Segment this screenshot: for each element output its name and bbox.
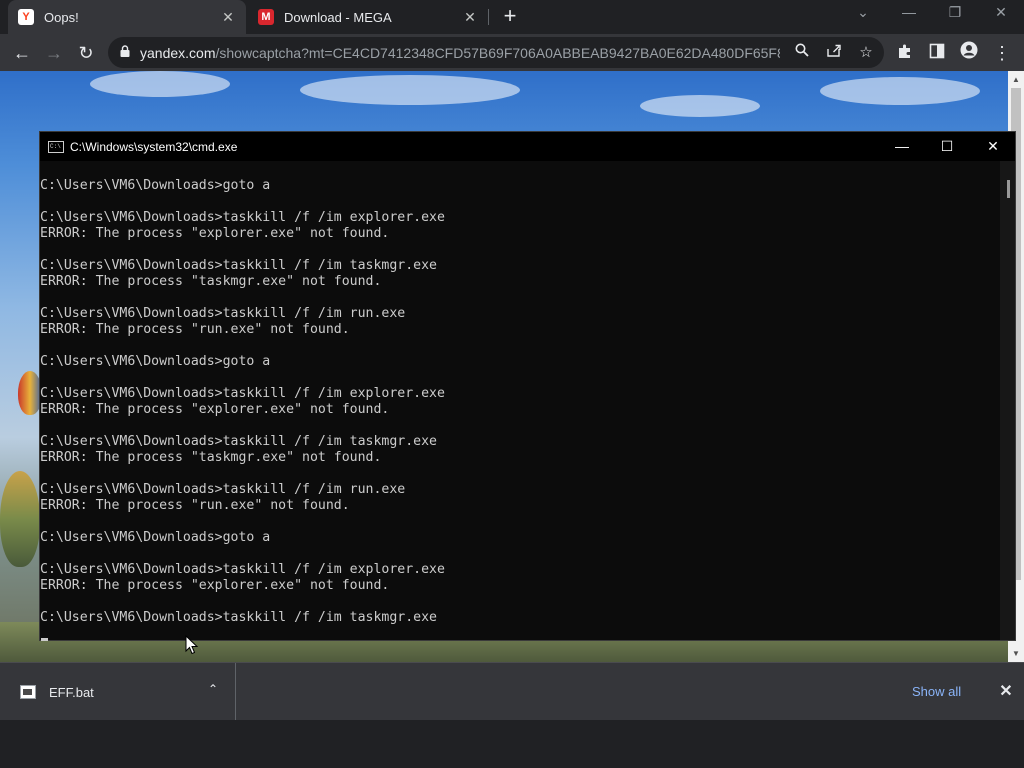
url-path: /showcaptcha?mt=CE4CD7412348CFD57B69F706… [215,44,780,61]
console-line: C:\Users\VM6\Downloads>taskkill /f /im e… [40,562,445,577]
close-download-bar-icon[interactable]: ✕ [996,681,1016,701]
cloud [820,77,980,105]
mouse-pointer-icon [185,635,199,655]
cmd-maximize-button[interactable]: ☐ [924,132,970,161]
scroll-up-arrow-icon[interactable]: ▲ [1008,73,1024,87]
console-line: C:\Users\VM6\Downloads>goto a [40,530,271,545]
tab-close-icon[interactable]: ✕ [462,9,478,26]
restore-button[interactable]: ❐ [940,4,970,21]
tab-separator [488,9,489,25]
chevron-up-icon[interactable]: ⌃ [204,682,222,696]
console-line: C:\Users\VM6\Downloads>taskkill /f /im t… [40,434,437,449]
console-line: ERROR: The process "taskmgr.exe" not fou… [40,274,382,289]
tab-strip: Y Oops! ✕ M Download - MEGA ✕ + ⌄ — ❐ ✕ [0,0,1024,34]
tab-search-dropdown-icon[interactable]: ⌄ [848,4,878,21]
forward-icon[interactable]: → [42,41,66,65]
cmd-console-output[interactable]: C:\Users\VM6\Downloads>goto a C:\Users\VM… [40,161,1000,640]
reload-icon[interactable]: ↻ [74,41,98,65]
cmd-minimize-button[interactable]: — [879,132,925,161]
tab-title: Download - MEGA [284,9,392,25]
console-line: ERROR: The process "explorer.exe" not fo… [40,402,390,417]
console-line: ERROR: The process "run.exe" not found. [40,498,350,513]
url-text[interactable]: yandex.com/showcaptcha?mt=CE4CD7412348CF… [140,45,780,61]
cmd-scrollbar[interactable] [1000,161,1015,640]
console-line: C:\Users\VM6\Downloads>taskkill /f /im e… [40,386,445,401]
new-tab-button[interactable]: + [498,5,522,29]
lock-icon[interactable] [120,45,130,60]
show-all-downloads-link[interactable]: Show all [912,684,961,699]
hot-air-balloon-image [0,471,40,567]
empty-area [0,720,1024,768]
cloud [90,71,230,97]
share-icon[interactable] [822,41,846,65]
console-line: ERROR: The process "explorer.exe" not fo… [40,226,390,241]
minimize-button[interactable]: — [894,4,924,20]
scroll-down-arrow-icon[interactable]: ▼ [1008,647,1024,661]
cmd-window-title: C:\Windows\system32\cmd.exe [70,139,238,154]
browser-toolbar: ← → ↻ yandex.com/showcaptcha?mt=CE4CD741… [0,34,1024,71]
console-line: C:\Users\VM6\Downloads>goto a [40,178,271,193]
cloud [300,75,520,105]
tab-oops[interactable]: Y Oops! ✕ [8,0,246,34]
bookmark-star-icon[interactable]: ☆ [854,41,878,65]
download-item[interactable]: EFF.bat ⌃ [0,663,236,721]
console-line: ERROR: The process "taskmgr.exe" not fou… [40,450,382,465]
search-icon[interactable] [790,41,814,65]
batch-file-icon [20,685,36,699]
console-line: C:\Users\VM6\Downloads>taskkill /f /im r… [40,306,406,321]
menu-kebab-icon[interactable]: ⋮ [990,41,1014,65]
side-panel-icon[interactable] [925,41,949,65]
console-line: C:\Users\VM6\Downloads>goto a [40,354,271,369]
console-line: C:\Users\VM6\Downloads>taskkill /f /im r… [40,482,406,497]
console-line: C:\Users\VM6\Downloads>taskkill /f /im e… [40,210,445,225]
console-line: C:\Users\VM6\Downloads>taskkill /f /im t… [40,258,437,273]
download-file-name: EFF.bat [49,685,94,700]
cmd-close-button[interactable]: ✕ [970,132,1016,161]
cmd-title-bar[interactable]: C:\ C:\Windows\system32\cmd.exe — ☐ ✕ [40,132,1015,161]
console-line: C:\Users\VM6\Downloads>taskkill /f /im t… [40,610,437,625]
console-text-cursor [41,638,48,641]
back-icon[interactable]: ← [10,41,34,65]
cmd-window[interactable]: C:\ C:\Windows\system32\cmd.exe — ☐ ✕ C:… [39,131,1016,641]
close-window-button[interactable]: ✕ [986,4,1016,21]
mega-icon: M [258,9,274,25]
tab-title: Oops! [44,9,79,25]
extensions-icon[interactable] [893,41,917,65]
profile-avatar-icon[interactable] [957,41,981,65]
tab-mega-download[interactable]: M Download - MEGA ✕ [248,0,488,34]
download-bar: EFF.bat ⌃ Show all ✕ [0,662,1024,721]
address-bar[interactable]: yandex.com/showcaptcha?mt=CE4CD7412348CF… [108,37,884,68]
yandex-icon: Y [18,9,34,25]
console-line: ERROR: The process "explorer.exe" not fo… [40,578,390,593]
cloud [640,95,760,117]
cmd-app-icon: C:\ [48,140,64,153]
cmd-scrollbar-thumb[interactable] [1007,180,1010,198]
console-line: ERROR: The process "run.exe" not found. [40,322,350,337]
tab-close-icon[interactable]: ✕ [220,9,236,26]
url-host: yandex.com [140,44,216,61]
